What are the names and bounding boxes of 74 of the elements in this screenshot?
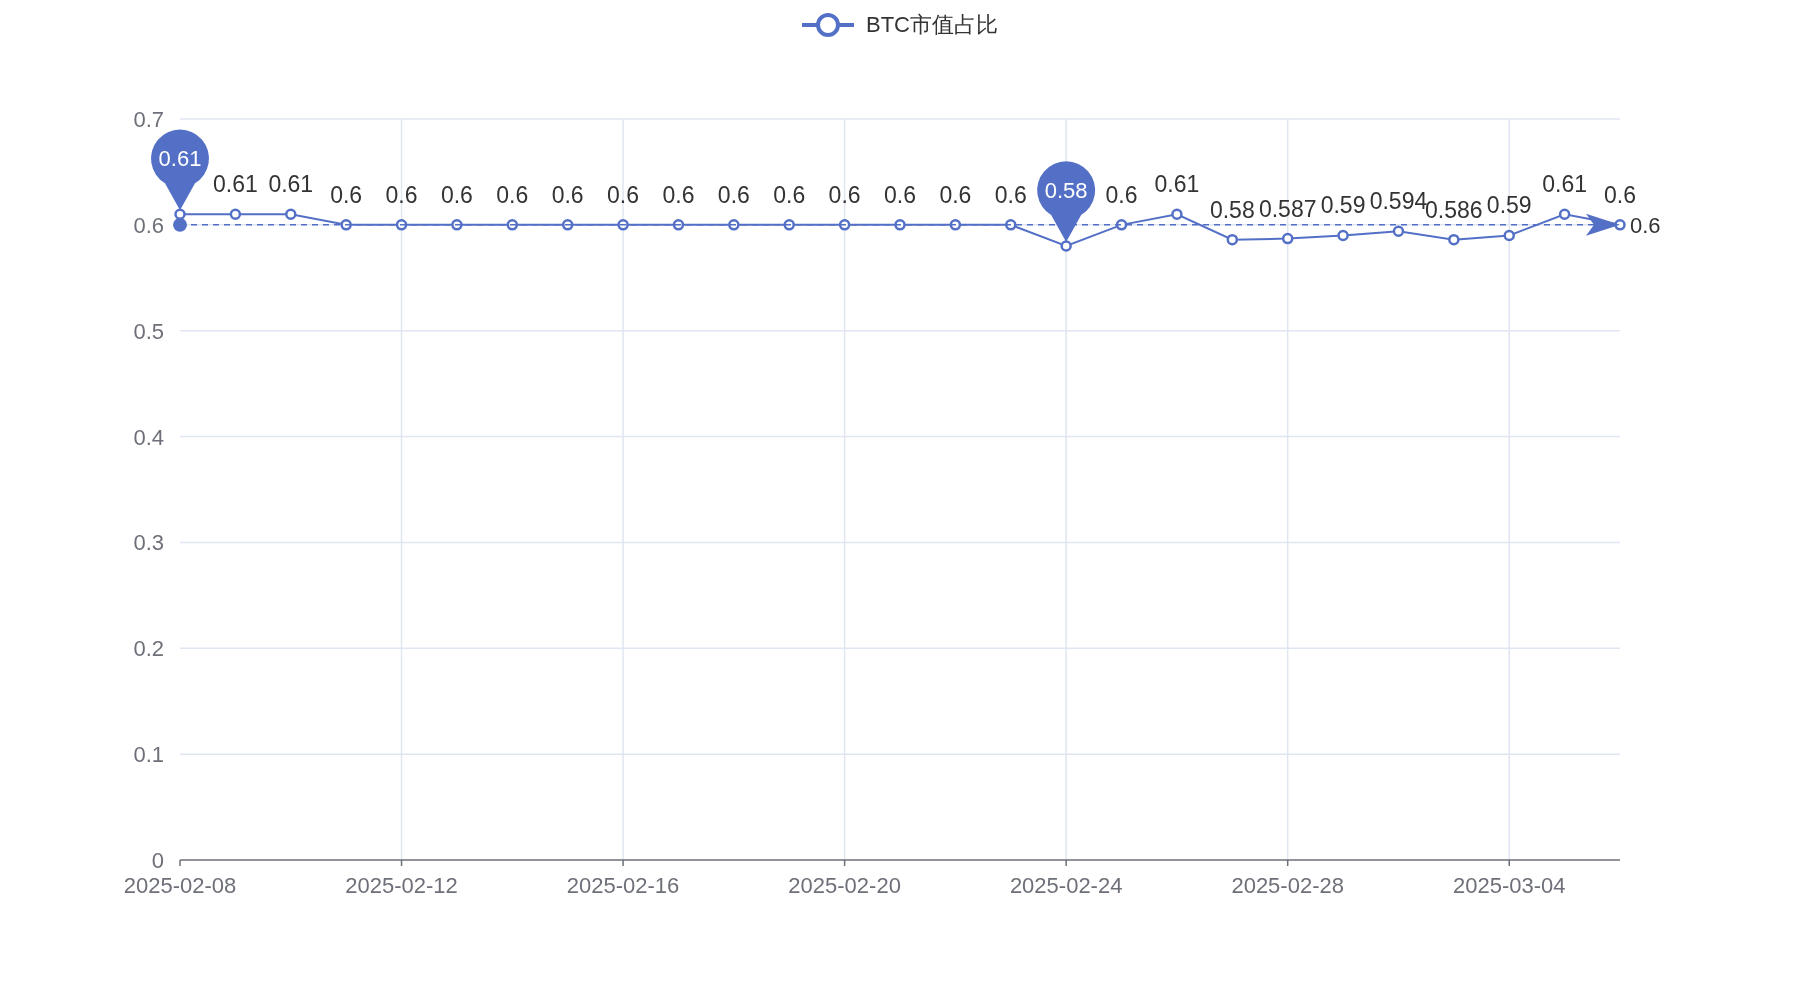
- arrowhead-icon: [1586, 213, 1620, 236]
- data-label: 0.61: [1542, 171, 1587, 198]
- marker-pin: 0.58: [1037, 161, 1096, 243]
- line-start-dot: [173, 217, 187, 232]
- axis-label: 0.6: [133, 212, 164, 238]
- data-label: 0.6: [551, 181, 584, 208]
- data-label: 0.6: [939, 181, 972, 208]
- axis-label: 0.7: [133, 107, 164, 132]
- axis-label: 2025-02-08: [123, 873, 237, 898]
- axis-label: 0.5: [133, 318, 164, 344]
- data-label: 0.6: [828, 181, 861, 208]
- data-label: 0.6: [717, 181, 750, 208]
- data-label: 0.59: [1320, 192, 1366, 219]
- data-label: 0.6: [607, 181, 640, 208]
- data-label: 0.58: [1209, 196, 1255, 223]
- axis-label: 0.3: [133, 530, 164, 556]
- data-label: 0.61: [1154, 171, 1200, 198]
- data-point[interactable]: [1060, 240, 1072, 252]
- data-point[interactable]: [1614, 219, 1626, 231]
- data-point[interactable]: [1281, 232, 1294, 245]
- data-label: 0.61: [268, 171, 314, 198]
- data-point[interactable]: [1226, 233, 1239, 246]
- data-point[interactable]: [1558, 208, 1571, 220]
- data-label: 0.6: [884, 181, 916, 208]
- marker-pin: 0.61: [151, 129, 209, 211]
- data-label: 0.61: [213, 171, 258, 198]
- axis-label: 2025-02-24: [1009, 873, 1123, 898]
- data-point[interactable]: [561, 219, 574, 231]
- data-point[interactable]: [728, 219, 740, 231]
- average-label: 0.6: [1630, 212, 1661, 238]
- data-point[interactable]: [1115, 219, 1128, 231]
- data-point[interactable]: [672, 219, 685, 231]
- axis-label: 2025-02-20: [788, 873, 901, 898]
- data-point[interactable]: [1448, 233, 1460, 246]
- legend-label[interactable]: BTC市值占比: [866, 8, 998, 41]
- axis-label: 0.4: [133, 424, 164, 450]
- data-label: 0.6: [440, 181, 473, 208]
- data-point[interactable]: [174, 208, 186, 220]
- data-point[interactable]: [1392, 225, 1405, 237]
- data-point[interactable]: [506, 219, 519, 231]
- data-point[interactable]: [949, 219, 962, 231]
- data-point[interactable]: [1005, 219, 1017, 231]
- data-label: 0.6: [1604, 181, 1636, 208]
- data-label: 0.6: [1105, 181, 1138, 208]
- legend-icon[interactable]: [802, 11, 854, 38]
- data-point[interactable]: [838, 219, 851, 231]
- data-label: 0.6: [330, 181, 363, 208]
- data-point[interactable]: [285, 208, 297, 220]
- data-label: 0.6: [773, 181, 806, 208]
- data-point[interactable]: [617, 219, 629, 231]
- data-label: 0.6: [994, 181, 1027, 208]
- data-label: 0.6: [385, 181, 418, 208]
- data-point[interactable]: [894, 219, 906, 231]
- data-label: 0.586: [1425, 196, 1483, 223]
- axis-label: 0.2: [133, 636, 164, 662]
- data-label: 0.59: [1486, 192, 1532, 219]
- data-point[interactable]: [1503, 229, 1515, 242]
- axis-label: 0.1: [133, 742, 164, 768]
- annotation: 0.58: [1044, 178, 1088, 204]
- data-point[interactable]: [395, 219, 408, 231]
- axis-label: 2025-02-16: [566, 873, 680, 898]
- data-point[interactable]: [451, 219, 463, 231]
- data-point[interactable]: [1337, 229, 1349, 242]
- data-point[interactable]: [340, 219, 352, 231]
- data-label: 0.6: [496, 181, 529, 208]
- data-label: 0.6: [662, 181, 695, 208]
- data-point[interactable]: [229, 208, 242, 220]
- axis-label: 0: [151, 848, 164, 873]
- data-label: 0.587: [1258, 195, 1317, 222]
- axis-label: 2025-02-12: [345, 873, 458, 898]
- data-point[interactable]: [1171, 208, 1183, 220]
- data-point[interactable]: [783, 219, 795, 231]
- axis-label: 2025-02-28: [1231, 873, 1344, 898]
- axis-label: 2025-03-04: [1452, 873, 1566, 898]
